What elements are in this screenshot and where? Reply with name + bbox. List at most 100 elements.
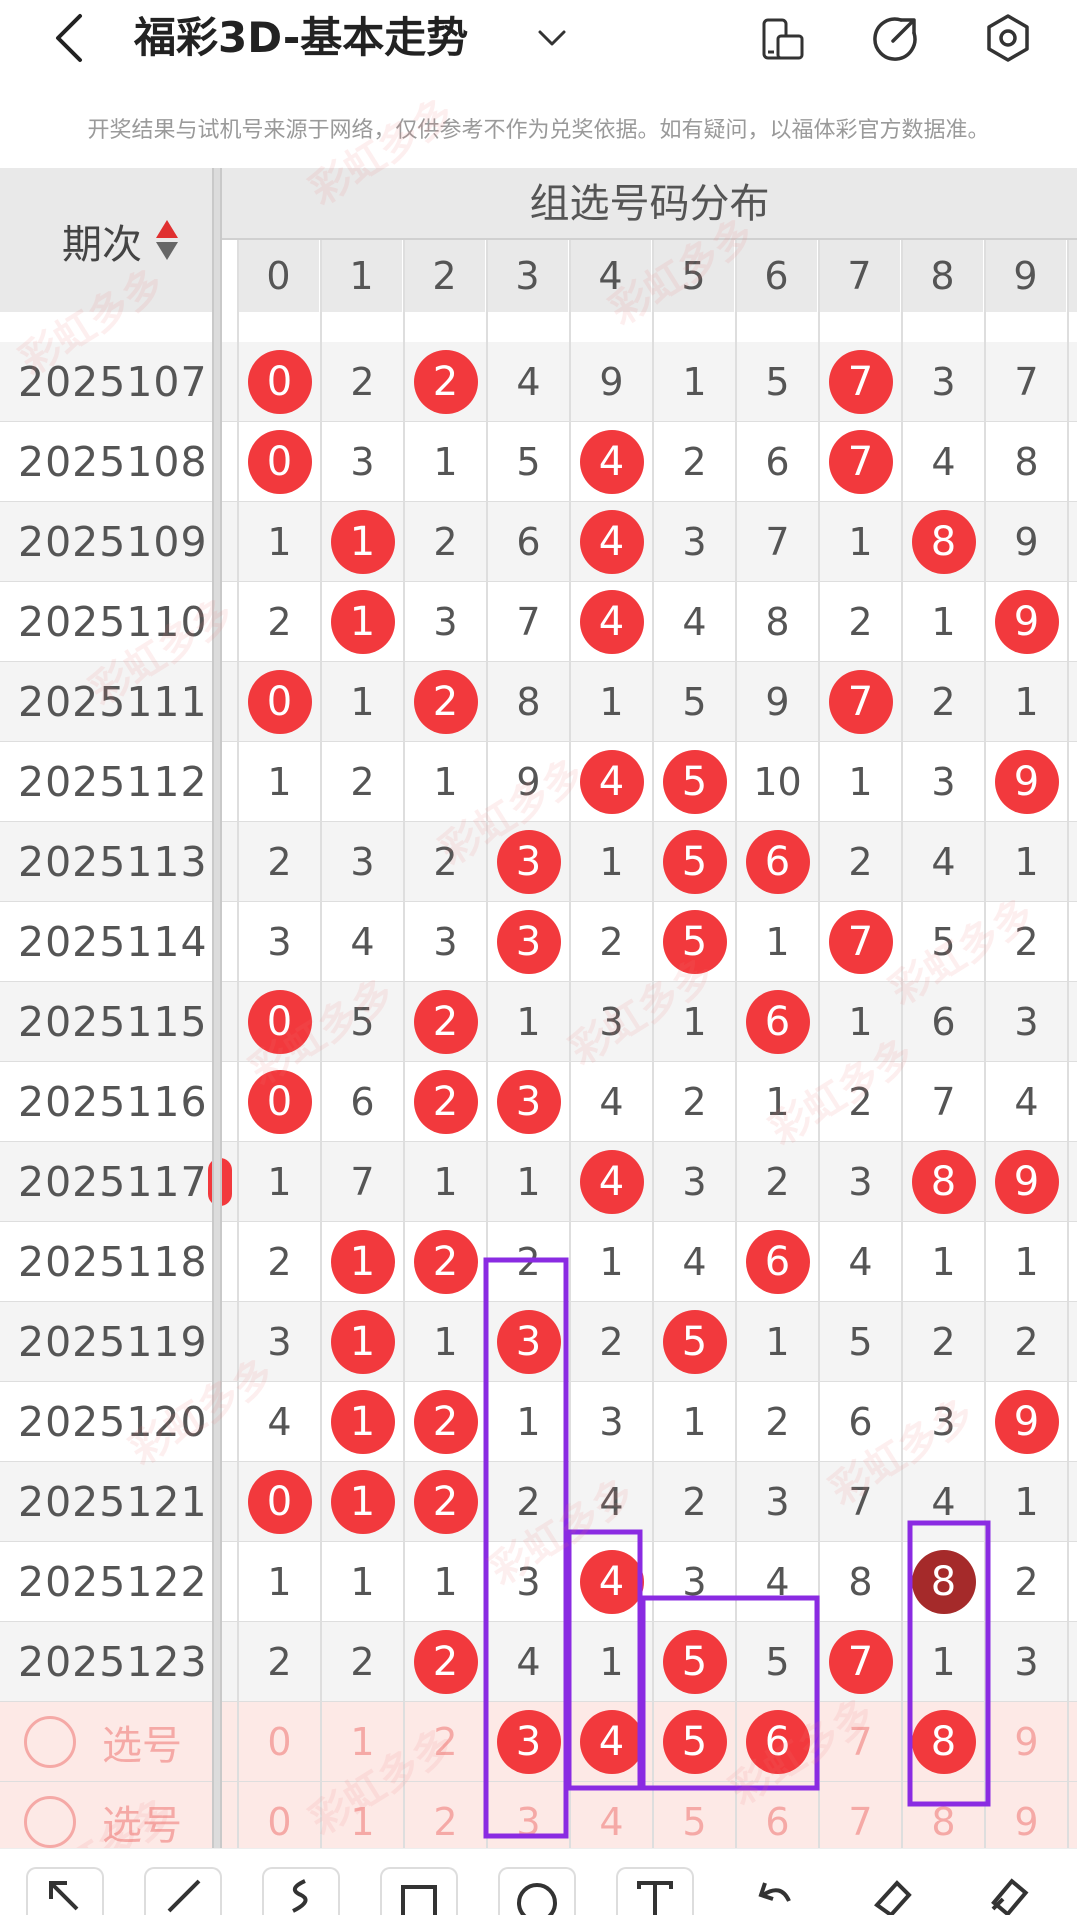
phone-rotate-icon[interactable] — [754, 10, 810, 66]
miss-count-9[interactable]: 9 — [985, 1782, 1068, 1848]
cell-value: 4 — [599, 1080, 624, 1124]
arrow-tool-icon[interactable] — [26, 1867, 104, 1915]
miss-count-6: 2 — [736, 1382, 819, 1462]
miss-count-9: 1 — [985, 1222, 1068, 1302]
cell-value: 1 — [1014, 1480, 1039, 1524]
hit-ball-4: 4 — [570, 1542, 653, 1622]
cell-value: 1 — [330, 510, 395, 574]
cell-value: 6 — [350, 1080, 375, 1124]
settings-icon[interactable] — [980, 10, 1036, 66]
miss-count-8: 1 — [902, 582, 985, 662]
cell-value: 2 — [1014, 1320, 1039, 1364]
chevron-down-icon[interactable] — [530, 16, 574, 60]
cell-value: 2 — [433, 520, 458, 564]
share-icon[interactable] — [868, 10, 924, 66]
radio-circle-icon[interactable] — [24, 1716, 76, 1768]
miss-count-4: 1 — [570, 822, 653, 902]
cell-value: 2 — [1014, 1560, 1039, 1604]
page-title[interactable]: 福彩3D-基本走势 — [134, 8, 468, 68]
cell-value: 2 — [931, 1320, 956, 1364]
miss-count-2[interactable]: 2 — [404, 1782, 487, 1848]
cell-value: 1 — [1014, 840, 1039, 884]
hit-ball-4: 4 — [570, 422, 653, 502]
back-arrow-icon[interactable] — [44, 8, 94, 68]
hit-ball-2: 2 — [404, 982, 487, 1062]
rectangle-tool-icon[interactable] — [380, 1867, 458, 1915]
miss-count-5: 2 — [653, 422, 736, 502]
cell-value: 1 — [682, 360, 707, 404]
undo-icon[interactable] — [734, 1867, 812, 1915]
circle-tool-icon[interactable] — [498, 1867, 576, 1915]
cell-value: 1 — [1014, 680, 1039, 724]
cell-value: 2 — [599, 920, 624, 964]
table-row: 2025108 0 3 1 5 4 2 6 7 4 8 — [0, 422, 1077, 502]
cell-value: 4 — [516, 1640, 541, 1684]
cell-value: 1 — [433, 1560, 458, 1604]
cell-value: 1 — [433, 440, 458, 484]
miss-count-8[interactable]: 8 — [902, 1782, 985, 1848]
miss-count-5: 3 — [653, 1542, 736, 1622]
hit-ball-7: 7 — [819, 1622, 902, 1702]
miss-count-3: 1 — [487, 1382, 570, 1462]
miss-count-0[interactable]: 0 — [238, 1702, 321, 1782]
cell-value: 3 — [496, 1710, 561, 1774]
freehand-tool-icon[interactable] — [262, 1867, 340, 1915]
hit-ball-4[interactable]: 4 — [570, 1702, 653, 1782]
hit-ball-8[interactable]: 8 — [902, 1702, 985, 1782]
line-tool-icon[interactable] — [144, 1867, 222, 1915]
period-number: 2025112 — [18, 758, 208, 806]
miss-count-7: 4 — [819, 1222, 902, 1302]
miss-count-4: 9 — [570, 342, 653, 422]
cell-value: 2 — [682, 1480, 707, 1524]
eraser-icon[interactable] — [852, 1867, 930, 1915]
clear-icon[interactable] — [970, 1867, 1048, 1915]
cell-value: 4 — [350, 920, 375, 964]
hit-ball-6: 6 — [736, 982, 819, 1062]
cell-value: 2 — [682, 440, 707, 484]
miss-count-9: 3 — [985, 982, 1068, 1062]
miss-count-2: 3 — [404, 902, 487, 982]
cell-value: 1 — [330, 1230, 395, 1294]
hit-ball-0: 0 — [238, 422, 321, 502]
hit-ball-6: 6 — [736, 1222, 819, 1302]
miss-count-3: 2 — [487, 1222, 570, 1302]
hit-ball-5: 5 — [653, 1622, 736, 1702]
miss-count-9[interactable]: 9 — [985, 1702, 1068, 1782]
miss-count-7: 1 — [819, 502, 902, 582]
cell-value: 1 — [433, 1160, 458, 1204]
cell-value: 2 — [267, 1240, 292, 1284]
cell-value: 2 — [350, 760, 375, 804]
period-number: 2025118 — [18, 1238, 208, 1286]
miss-count-7: 2 — [819, 822, 902, 902]
pick-selector[interactable]: 选号 — [24, 1714, 182, 1770]
miss-count-2: 3 — [404, 582, 487, 662]
miss-count-5[interactable]: 5 — [653, 1782, 736, 1848]
cell-value: 2 — [267, 840, 292, 884]
cell-value: 1 — [599, 840, 624, 884]
digit-header-1: 1 — [321, 240, 404, 312]
cell-value: 8 — [848, 1560, 873, 1604]
miss-count-9: 2 — [985, 1302, 1068, 1382]
miss-count-2: 1 — [404, 1542, 487, 1622]
miss-count-7: 1 — [819, 742, 902, 822]
cell-value: 3 — [267, 920, 292, 964]
cell-value: 0 — [247, 670, 312, 734]
sort-icon[interactable] — [154, 218, 180, 262]
miss-count-6: 9 — [736, 662, 819, 742]
cell-value: 2 — [413, 1070, 478, 1134]
cell-value: 5 — [662, 830, 727, 894]
miss-count-0: 2 — [238, 822, 321, 902]
hit-ball-9: 9 — [985, 1142, 1068, 1222]
miss-count-0: 1 — [238, 1542, 321, 1622]
miss-count-4[interactable]: 4 — [570, 1782, 653, 1848]
miss-count-3[interactable]: 3 — [487, 1782, 570, 1848]
text-tool-icon[interactable] — [616, 1867, 694, 1915]
hit-ball-3[interactable]: 3 — [487, 1702, 570, 1782]
miss-count-8: 4 — [902, 822, 985, 902]
cell-value: 4 — [931, 1480, 956, 1524]
pick-row[interactable]: 选号 0 1 2 3 4 5 6 7 8 9 — [0, 1702, 1077, 1782]
miss-count-1: 1 — [321, 662, 404, 742]
miss-count-7[interactable]: 7 — [819, 1782, 902, 1848]
hit-ball-9: 9 — [985, 582, 1068, 662]
period-number: 2025123 — [18, 1638, 208, 1686]
